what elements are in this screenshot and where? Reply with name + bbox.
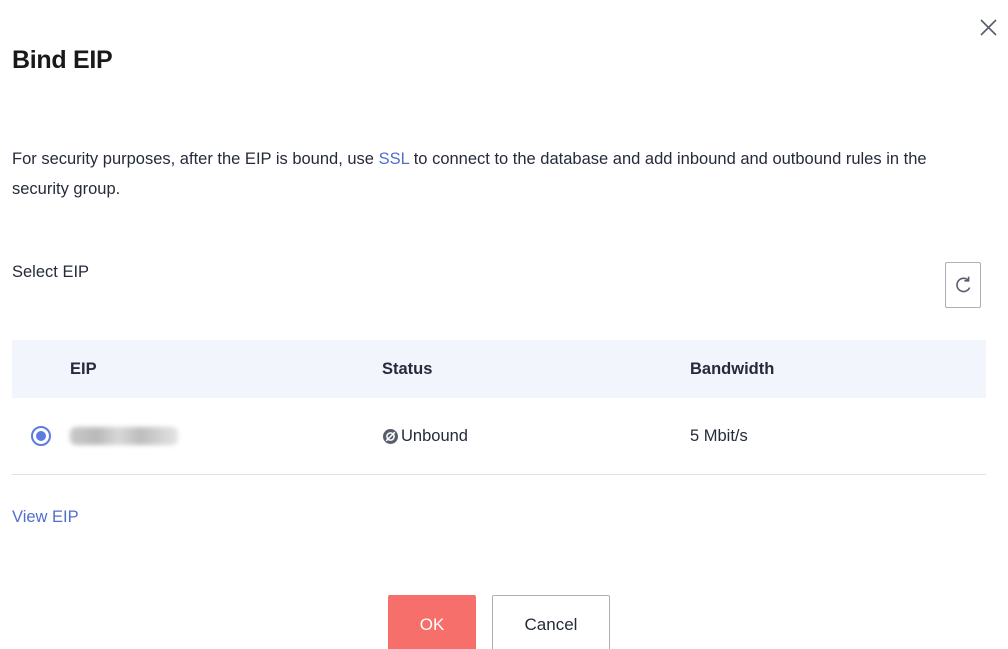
ok-button[interactable]: OK [388,595,476,649]
eip-address-redacted [70,427,178,446]
cancel-button[interactable]: Cancel [492,595,610,649]
eip-radio-button[interactable] [31,426,51,446]
refresh-icon [956,276,971,293]
eip-address-cell [70,427,382,446]
view-eip-link[interactable]: View EIP [12,508,79,527]
close-icon [979,18,997,36]
close-button[interactable] [976,14,1000,40]
security-notice: For security purposes, after the EIP is … [12,144,972,204]
row-select-cell [12,426,70,446]
status-cell: Unbound [382,427,690,446]
dialog-title: Bind EIP [12,46,113,74]
refresh-button[interactable] [945,262,981,308]
column-header-status: Status [382,359,433,378]
bandwidth-cell: 5 Mbit/s [690,426,748,445]
status-text: Unbound [401,426,468,445]
table-row[interactable]: Unbound 5 Mbit/s [12,398,986,475]
select-eip-label: Select EIP [12,263,90,281]
bind-eip-dialog: Bind EIP For security purposes, after th… [0,0,1008,649]
radio-selected-dot [36,431,46,441]
eip-table: EIP Status Bandwidth Unbound 5 Mbit/s [12,340,986,475]
table-header: EIP Status Bandwidth [12,340,986,398]
column-header-bandwidth: Bandwidth [690,359,775,378]
column-header-eip: EIP [70,359,97,378]
ssl-link[interactable]: SSL [379,150,410,168]
unbound-status-icon [382,428,399,445]
dialog-footer: OK Cancel [388,595,610,649]
notice-text-before: For security purposes, after the EIP is … [12,150,379,168]
